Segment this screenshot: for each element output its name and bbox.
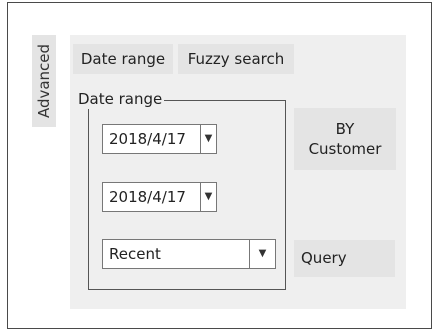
tab-date-range[interactable]: Date range [73,44,173,74]
period-select[interactable]: Recent ▼ [102,239,276,269]
tab-fuzzy-search[interactable]: Fuzzy search [178,44,294,74]
date-range-legend: Date range [76,89,165,109]
by-customer-button[interactable]: BY Customer [294,108,396,170]
chevron-down-icon[interactable]: ▼ [249,240,275,268]
period-value: Recent [109,245,161,263]
by-customer-label-line2: Customer [308,140,382,158]
to-date-value: 2018/4/17 [109,188,186,206]
chevron-down-icon[interactable]: ▼ [200,125,216,153]
to-date-select[interactable]: 2018/4/17 ▼ [102,182,217,212]
query-button[interactable]: Query [294,240,395,277]
chevron-down-icon[interactable]: ▼ [200,183,216,211]
by-customer-label-line1: BY [335,120,355,138]
tab-advanced[interactable]: Advanced [32,35,56,127]
tab-advanced-label: Advanced [35,43,53,119]
from-date-value: 2018/4/17 [109,130,186,148]
from-date-select[interactable]: 2018/4/17 ▼ [102,124,217,154]
